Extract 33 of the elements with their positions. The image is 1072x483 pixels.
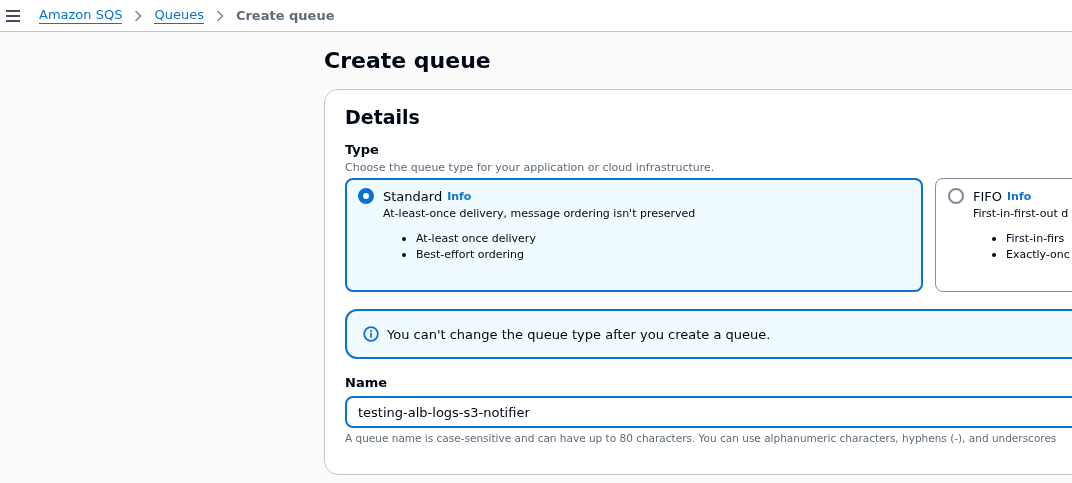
breadcrumb-link[interactable]: Amazon SQS bbox=[39, 7, 123, 24]
option-title: Standard bbox=[383, 188, 443, 204]
field-hint: A queue name is case-sensitive and can have up to 80 characters. You can use alphanumeric characters, hyphens (-), and underscores bbox=[345, 432, 1058, 444]
info-icon bbox=[363, 326, 379, 342]
chevron-icon bbox=[215, 9, 224, 22]
breadcrumb-current: Create queue bbox=[235, 8, 335, 23]
bullet-icon bbox=[992, 237, 996, 241]
name-input-field[interactable]: testing-alb-logs-s3-notifier bbox=[345, 396, 1072, 428]
info-link[interactable]: Info bbox=[1007, 189, 1032, 203]
bullet-text: First-in-firs bbox=[1006, 231, 1065, 247]
option-title: FIFO bbox=[973, 188, 1003, 204]
bullet-icon bbox=[402, 253, 406, 257]
bullet-icon bbox=[992, 253, 996, 257]
radio-button[interactable] bbox=[358, 188, 374, 204]
field-label: Type bbox=[345, 142, 380, 158]
alert-text: You can't change the queue type after you create a queue. bbox=[387, 326, 771, 342]
bullet-icon bbox=[402, 237, 406, 241]
option-description: At-least-once delivery, message ordering isn't preserved bbox=[383, 207, 697, 220]
option-description: First-in-first-out d bbox=[973, 207, 1070, 220]
info-link[interactable]: Info bbox=[447, 189, 472, 203]
page-title: Create queue bbox=[324, 47, 492, 75]
bullet-text: Exactly-onc bbox=[1006, 247, 1070, 263]
field-label: Name bbox=[345, 375, 388, 391]
chevron-icon bbox=[134, 9, 143, 22]
field-description: Choose the queue type for your application or cloud infrastructure. bbox=[345, 161, 716, 174]
menu-icon[interactable] bbox=[6, 9, 20, 22]
bullet-text: Best-effort ordering bbox=[416, 247, 525, 263]
card-title: Details bbox=[345, 105, 421, 130]
bullet-text: At-least once delivery bbox=[416, 231, 536, 247]
queue-type-option[interactable]: Standard Info At-least-once delivery, message ordering isn't preserved At-least once delivery Best-effort ordering bbox=[345, 178, 923, 292]
radio-button[interactable] bbox=[948, 188, 964, 204]
breadcrumb-link[interactable]: Queues bbox=[154, 7, 204, 24]
queue-type-option[interactable]: FIFO Info First-in-first-out d First-in-firs Exactly-onc bbox=[935, 178, 1072, 292]
